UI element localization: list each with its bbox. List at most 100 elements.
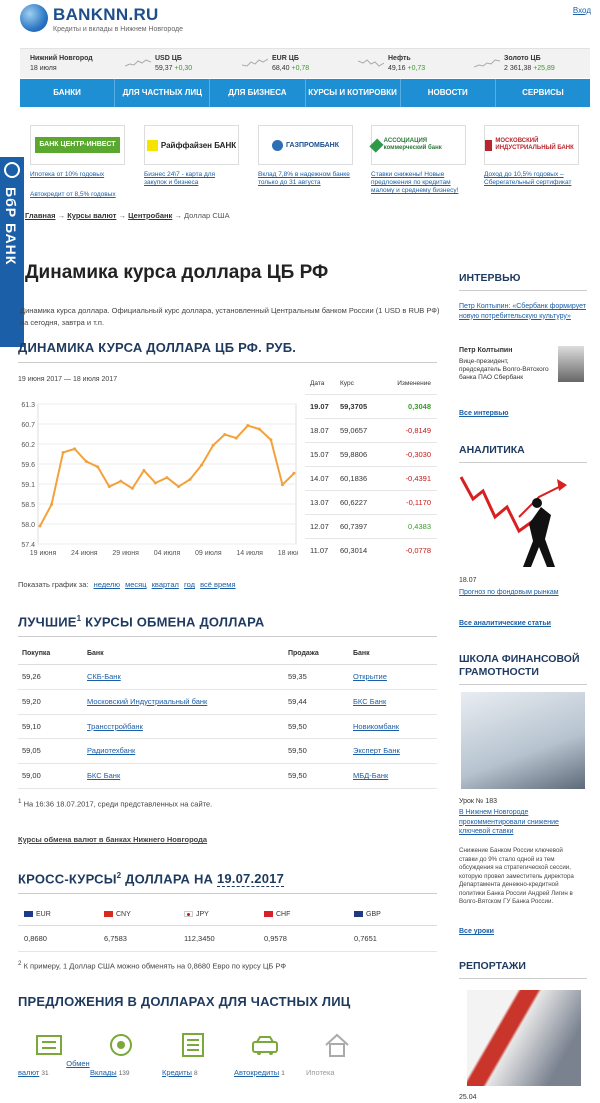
ad-link[interactable]: Вклад 7,8% в надежном банке только до 31… (258, 171, 353, 187)
all-lessons-link[interactable]: Все уроки (459, 927, 589, 937)
chart-point[interactable] (96, 465, 100, 469)
chart-point[interactable] (61, 450, 65, 454)
login-link[interactable]: Вход (573, 6, 591, 15)
sell-bank-link[interactable]: БКС Банк (353, 697, 386, 706)
rate-change: -0,0778 (405, 546, 431, 555)
chart-point[interactable] (292, 471, 296, 475)
nav-personal[interactable]: Для частных лиц (115, 79, 211, 107)
nav-news[interactable]: Новости (401, 79, 496, 107)
ticker-item[interactable]: Золото ЦБ 2 361,38 +25,89 (474, 54, 555, 74)
period-selector: Показать график за: неделю месяц квартал… (18, 580, 236, 589)
ticker-item[interactable]: EUR ЦБ 68,40 +0,78 (242, 54, 309, 74)
chart-point[interactable] (84, 459, 88, 463)
chart-point[interactable] (38, 524, 42, 528)
sell-bank-link[interactable]: Эксперт Банк (353, 746, 400, 755)
ad-gazprombank[interactable]: ГАЗПРОМБАНК Вклад 7,8% в надежном банке … (258, 125, 353, 187)
offer-exchange[interactable]: Обмен валют 31 (18, 1030, 90, 1077)
nav-banks[interactable]: Банки (20, 79, 116, 107)
nav-services[interactable]: Сервисы (496, 79, 590, 107)
ticker-item[interactable]: Нефть 49,16 +0,73 (358, 54, 425, 74)
period-week[interactable]: неделю (94, 580, 120, 589)
ticker-item[interactable]: USD ЦБ 59,37 +0,30 (125, 54, 192, 74)
ad-link[interactable]: Бизнес 24\7 - карта для закупок и бизнес… (144, 171, 239, 187)
ad-logo[interactable]: БАНК ЦЕНТР-ИНВЕСТ (30, 125, 125, 165)
person-photo[interactable] (558, 346, 584, 382)
ad-mosind[interactable]: МОСКОВСКИЙ ИНДУСТРИАЛЬНЫЙ БАНК Доход до … (484, 125, 579, 187)
chart-point[interactable] (188, 477, 192, 481)
analytics-illustration[interactable] (459, 469, 584, 569)
interview-link[interactable]: Петр Колтыпин: «Сбербанк формирует новую… (459, 302, 589, 321)
ad-logo[interactable]: АССОЦИАЦИЯ коммерческий банк (369, 125, 466, 165)
cross-date-picker[interactable]: 19.07.2017 (216, 871, 285, 888)
ad-link[interactable]: Автокредит от 8,5% годовых (30, 191, 125, 199)
report-photo[interactable] (467, 990, 581, 1086)
chart-point[interactable] (177, 485, 181, 489)
ad-logo[interactable]: Райффайзен БАНК (144, 125, 239, 165)
exchange-rates-link[interactable]: Курсы обмена валют в банках Нижнего Новг… (18, 835, 207, 844)
ad-association[interactable]: АССОЦИАЦИЯ коммерческий банк Ставки сниж… (369, 125, 466, 195)
breadcrumb-item[interactable]: Центробанк (128, 211, 172, 220)
chart-point[interactable] (165, 476, 169, 480)
chart-point[interactable] (119, 479, 123, 483)
chart-point[interactable] (130, 486, 134, 490)
all-interviews-link[interactable]: Все интервью (459, 409, 589, 419)
ad-link[interactable]: Ипотека от 10% годовых (30, 171, 125, 179)
ad-raiffeisen[interactable]: Райффайзен БАНК Бизнес 24\7 - карта для … (144, 125, 239, 187)
chart-point[interactable] (200, 463, 204, 467)
site-logo-text[interactable]: BANKNN.RU (53, 5, 159, 25)
period-month[interactable]: месяц (125, 580, 146, 589)
buy-bank-link[interactable]: СКБ-Банк (87, 672, 121, 681)
house-icon (325, 1033, 349, 1057)
nav-rates[interactable]: Курсы и котировки (306, 79, 401, 107)
offer-autocredits[interactable]: Автокредиты 1 (234, 1030, 306, 1077)
chart-point[interactable] (223, 433, 227, 437)
ad-link[interactable]: Доход до 10,5% годовых – Сберегательный … (484, 171, 579, 187)
ad-centr-invest[interactable]: БАНК ЦЕНТР-ИНВЕСТ Ипотека от 10% годовых… (30, 125, 125, 199)
chart-point[interactable] (142, 468, 146, 472)
lesson-link[interactable]: В Нижнем Новгороде прокомментировали сни… (459, 808, 579, 837)
analytics-link[interactable]: Прогноз по фондовым рынкам (459, 588, 589, 598)
chart-point[interactable] (280, 483, 284, 487)
chart-point[interactable] (257, 427, 261, 431)
period-quarter[interactable]: квартал (152, 580, 179, 589)
offer-deposits[interactable]: Вклады 139 (90, 1030, 162, 1077)
chart-ytick: 59.6 (21, 462, 35, 469)
chart-point[interactable] (211, 443, 215, 447)
chart-point[interactable] (246, 424, 250, 428)
chart-point[interactable] (234, 436, 238, 440)
chart-point[interactable] (153, 481, 157, 485)
breadcrumb-item[interactable]: Курсы валют (67, 211, 116, 220)
sidebar-school-title: ШКОЛА ФИНАНСОВОЙ ГРАМОТНОСТИ (459, 653, 580, 678)
all-analytics-link[interactable]: Все аналитические статьи (459, 619, 589, 629)
buy-bank-link[interactable]: Радиотехбанк (87, 746, 135, 755)
period-year[interactable]: год (184, 580, 195, 589)
chart-point[interactable] (50, 503, 54, 507)
sell-bank-link[interactable]: МБД-Банк (353, 771, 388, 780)
chart-point[interactable] (269, 438, 273, 442)
chart-point[interactable] (107, 485, 111, 489)
nav-business[interactable]: Для бизнеса (210, 79, 306, 107)
buy-bank-link[interactable]: Московский Индустриальный банк (87, 697, 207, 706)
logo-globe-icon[interactable] (20, 4, 48, 32)
sell-bank-link[interactable]: Новикомбанк (353, 722, 399, 731)
sparkline-icon (242, 58, 268, 67)
rates-row: 11.07 60,3014 -0,0778 (305, 538, 437, 562)
table-row: 59,20 Московский Индустриальный банк 59,44… (18, 690, 437, 715)
breadcrumb-item[interactable]: Главная (25, 211, 56, 220)
ad-logo[interactable]: ГАЗПРОМБАНК (258, 125, 353, 165)
lesson-photo[interactable] (461, 692, 585, 789)
ad-logo[interactable]: МОСКОВСКИЙ ИНДУСТРИАЛЬНЫЙ БАНК (484, 125, 579, 165)
sparkline-icon (358, 59, 384, 67)
buy-bank-link[interactable]: Трансстройбанк (87, 722, 143, 731)
buy-bank-link[interactable]: БКС Банк (87, 771, 120, 780)
rates-row: 14.07 60,1836 -0,4391 (305, 466, 437, 490)
ad-link[interactable]: Ставки снижены! Новые предложения по кре… (371, 171, 466, 195)
intro-text: Динамика курса доллара. Официальный курс… (20, 306, 440, 327)
offer-credits[interactable]: Кредиты 8 (162, 1030, 234, 1077)
cross-rates-note: 2 К примеру, 1 Доллар США можно обменять… (18, 960, 287, 971)
col-rate: Курс (340, 380, 354, 387)
period-all[interactable]: всё время (200, 580, 235, 589)
chart-ytick: 57.4 (21, 542, 35, 549)
sell-bank-link[interactable]: Открытие (353, 672, 387, 681)
chart-point[interactable] (73, 447, 77, 451)
